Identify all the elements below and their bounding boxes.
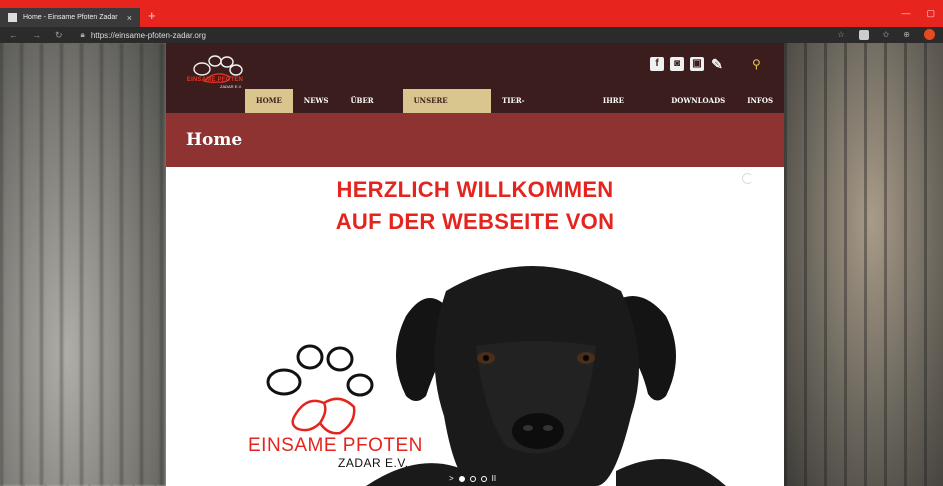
tab-title: Home - Einsame Pfoten Zadar [23,14,118,21]
pencil-icon[interactable]: ✎ [710,57,724,71]
nav-downloads[interactable]: DOWNLOADS [660,89,736,113]
slider-controls: > II [449,474,496,483]
slider-dot-2[interactable] [469,475,476,482]
favorites-icon[interactable]: ✩ [883,30,890,39]
maximize-icon[interactable]: ▢ [926,8,935,19]
new-tab-button[interactable]: + [148,9,156,22]
nav-ueber-uns[interactable]: ÜBER UNS [339,89,402,129]
extension-icon[interactable] [858,29,869,40]
lock-icon: 🔒︎ [80,30,85,39]
facebook-icon[interactable]: f [650,57,664,71]
page-viewport: EINSAME PFOTEN ZADAR E.V. f ◙ ▣ ✎ ⚲ HOME… [0,43,943,486]
site-container: EINSAME PFOTEN ZADAR E.V. f ◙ ▣ ✎ ⚲ HOME… [166,43,784,486]
logo-subtext: ZADAR E.V. [220,84,242,89]
hero-slider[interactable]: HERZLICH WILLKOMMEN AUF DER WEBSEITE VON [166,167,784,486]
nav-ihre-hilfe[interactable]: IHRE HILFE [592,89,660,129]
instagram-icon[interactable]: ◙ [670,57,684,71]
main-navigation: HOME NEWS ÜBER UNS UNSERE PFOTEN TIER-VE… [245,89,784,129]
page-title: Home [186,130,243,150]
nav-unsere-pfoten[interactable]: UNSERE PFOTEN [402,89,492,129]
address-bar: ← → ↻ 🔒︎ https://einsame-pfoten-zadar.or… [0,27,943,43]
search-icon[interactable]: ⚲ [752,57,761,71]
slider-dot-1[interactable] [458,475,465,482]
brand-paw-logo [266,344,374,435]
url-field[interactable]: https://einsame-pfoten-zadar.org [91,31,206,40]
slider-headline-1: HERZLICH WILLKOMMEN [336,177,614,202]
minimize-icon[interactable]: — [901,8,910,19]
favicon-icon [8,13,17,22]
logo-text: EINSAME PFOTEN [186,77,244,83]
page-title-bar: Home [166,113,784,167]
nav-home[interactable]: HOME [245,89,293,113]
profile-avatar[interactable] [924,29,935,40]
social-links: f ◙ ▣ ✎ [650,57,724,71]
collections-icon[interactable]: ⊕ [903,30,910,39]
background-image-left [0,43,166,486]
slider-dot-3[interactable] [480,475,487,482]
nav-infos[interactable]: INFOS [736,89,784,113]
slider-headline-2: AUF DER WEBSEITE VON [335,209,615,234]
reload-icon[interactable]: ↻ [55,30,63,41]
loading-spinner-icon [742,173,753,184]
nav-news[interactable]: NEWS [293,89,340,113]
brand-subtitle: ZADAR E.V. [338,456,409,470]
window-controls: — ▢ [901,8,935,19]
browser-tab-bar: Home - Einsame Pfoten Zadar × + — ▢ [0,0,943,27]
forward-icon[interactable]: → [32,30,41,41]
close-tab-icon[interactable]: × [127,13,132,23]
favorite-star-icon[interactable]: ☆ [837,30,844,39]
browser-tab[interactable]: Home - Einsame Pfoten Zadar × [0,8,140,27]
pause-icon[interactable]: II [492,474,496,483]
brand-name: EINSAME PFOTEN [248,435,423,456]
back-icon[interactable]: ← [9,30,18,41]
play-icon[interactable]: > [449,474,454,483]
youtube-icon[interactable]: ▣ [690,57,704,71]
nav-tier-vermittlung[interactable]: TIER-VERMITTLUNG [491,89,592,129]
site-header: EINSAME PFOTEN ZADAR E.V. f ◙ ▣ ✎ ⚲ HOME… [166,43,784,129]
background-image-right [784,43,943,486]
